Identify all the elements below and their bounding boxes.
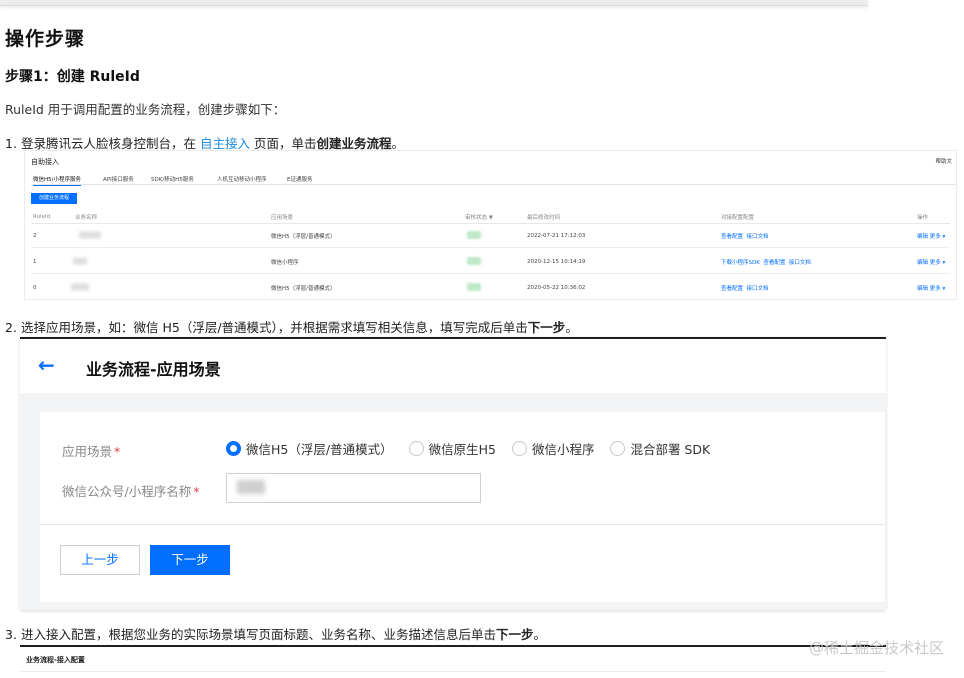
config-title: 业务流程-接入配置 [26, 656, 85, 664]
step-bold-text: 创建业务流程 [316, 136, 392, 151]
config-screenshot: 业务流程-接入配置 [20, 645, 886, 678]
section-heading: 操作步骤 [5, 28, 86, 50]
column-header: 最后修改时间 [527, 214, 561, 221]
step-bold-text: 下一步 [527, 320, 566, 335]
intro-text: RuleId 用于调用配置的业务流程，创建步骤如下： [5, 102, 286, 117]
step-number: 2. [5, 320, 17, 335]
radio-unchecked-icon[interactable] [610, 441, 626, 456]
row-link[interactable]: 查看配置 接口文档 [721, 284, 769, 292]
column-header: RuleId [33, 213, 51, 220]
radio-hybrid-sdk[interactable]: 混合部署 SDK [610, 439, 710, 458]
status-badge [467, 282, 481, 293]
radio-unchecked-icon[interactable] [511, 441, 527, 456]
chevron-down-icon: ▾ [942, 259, 946, 266]
step-heading: 步骤1：创建 RuleId [5, 69, 140, 85]
rule-id: 0 [33, 284, 37, 291]
time-cell: 2020-12-15 10:14:19 [527, 258, 586, 265]
status-badge [467, 256, 481, 267]
scene-cell: 微信小程序 [271, 259, 299, 266]
column-header: 对接配置配置 [721, 214, 755, 221]
scene-cell: 微信H5（浮层/普通模式） [271, 233, 336, 240]
column-header: 审核状态 ▼ [465, 214, 493, 221]
config-divider [20, 671, 886, 672]
redacted-name [79, 231, 101, 240]
radio-wechat-h5[interactable]: 微信H5（浮层/普通模式） [226, 439, 393, 458]
redacted-value [237, 480, 265, 494]
next-step-button[interactable]: 下一步 [150, 545, 230, 575]
column-header: 操作 [917, 214, 929, 221]
help-doc-link[interactable]: 帮助文 [935, 157, 952, 165]
form-divider [40, 524, 885, 525]
row-ops[interactable]: 编辑 更多 ▾ [917, 284, 945, 292]
create-flow-button[interactable]: 创建业务流程 [31, 193, 77, 204]
row-ops[interactable]: 编辑 更多 ▾ [917, 232, 945, 240]
step-text: 选择应用场景，如：微信 H5（浮层/普通模式），并根据需求填写相关信息，填写完成… [21, 320, 528, 335]
radio-unchecked-icon[interactable] [408, 441, 424, 456]
prev-step-button[interactable]: 上一步 [60, 545, 140, 575]
previous-screenshot-edge [0, 0, 868, 6]
redacted-name [73, 257, 87, 266]
tab-interactive[interactable]: 人机互动移动小程序 [217, 175, 267, 183]
self-access-link[interactable]: 自主接入 [200, 136, 250, 151]
time-cell: 2020-05-22 10:36:02 [527, 284, 586, 291]
chevron-down-icon: ▾ [942, 233, 946, 240]
arrow-left-icon[interactable]: ← [38, 353, 55, 377]
console-screenshot: 自助接入 帮助文 微信H5/小程序服务 API接口服务 SDK/移动H5服务 人… [24, 150, 957, 300]
table-row: 0 微信H5（浮层/普通模式） 2020-05-22 10:36:02 查看配置… [31, 276, 950, 299]
table-row: 1 微信小程序 2020-12-15 10:14:19 下载小程序SDK 查看配… [31, 250, 950, 274]
radio-wechat-native-h5[interactable]: 微信原生H5 [408, 439, 496, 458]
step-number: 3. [5, 627, 17, 642]
step-text: 页面，单击 [250, 136, 317, 151]
step-2: 2. 选择应用场景，如：微信 H5（浮层/普通模式），并根据需求填写相关信息，填写… [5, 317, 578, 336]
step-text: 进入接入配置，根据您业务的实际场景填写页面标题、业务名称、业务描述信息后单击 [21, 627, 497, 642]
radio-checked-icon[interactable] [226, 441, 241, 456]
column-header: 业务名称 [75, 214, 98, 221]
tab-eid[interactable]: E证通服务 [287, 175, 312, 183]
table-row: 2 微信H5（浮层/普通模式） 2022-07-21 17:12:03 查看配置… [31, 224, 950, 248]
scene-cell: 微信H5（浮层/普通模式） [271, 285, 336, 292]
time-cell: 2022-07-21 17:12:03 [527, 232, 586, 239]
step-number: 1. [5, 136, 17, 151]
filter-icon: ▼ [488, 214, 493, 221]
scenario-header: ← 业务流程-应用场景 [20, 339, 886, 393]
row-ops[interactable]: 编辑 更多 ▾ [917, 258, 945, 266]
console-tabs: 微信H5/小程序服务 API接口服务 SDK/移动H5服务 人机互动移动小程序 … [31, 173, 956, 186]
rule-id: 1 [33, 258, 37, 265]
row-link[interactable]: 查看配置 接口文档 [721, 232, 769, 240]
step-3: 3. 进入接入配置，根据您业务的实际场景填写页面标题、业务名称、业务描述信息后单击… [5, 624, 546, 643]
step-bold-text: 下一步 [496, 627, 534, 642]
table-header: RuleId 业务名称 应用场景 审核状态 ▼ 最后修改时间 对接配置配置 操作 [31, 210, 950, 224]
status-badge [467, 230, 481, 241]
watermark: @稀土掘金技术社区 [808, 639, 944, 657]
scenario-screenshot: ← 业务流程-应用场景 应用场景 * 微信H5（浮层/普通模式） 微信原生H5 微… [20, 337, 886, 610]
scene-label: 应用场景 * [62, 444, 121, 459]
console-title: 自助接入 [31, 158, 59, 166]
miniprogram-name-input[interactable] [226, 473, 481, 503]
step-text: 。 [533, 627, 547, 642]
step-text: 。 [565, 320, 578, 335]
scene-radio-group: 微信H5（浮层/普通模式） 微信原生H5 微信小程序 混合部署 SDK [226, 439, 710, 458]
redacted-name [71, 283, 89, 292]
tab-wechat-h5[interactable]: 微信H5/小程序服务 [33, 175, 81, 186]
scenario-form-card: 应用场景 * 微信H5（浮层/普通模式） 微信原生H5 微信小程序 混合部署 SD… [40, 412, 885, 602]
column-header: 应用场景 [271, 214, 294, 221]
step-text: 。 [391, 136, 405, 151]
tab-api[interactable]: API接口服务 [103, 175, 134, 183]
tab-sdk[interactable]: SDK/移动H5服务 [151, 175, 194, 183]
page-title: 业务流程-应用场景 [86, 360, 221, 379]
step-text: 登录腾讯云人脸核身控制台，在 [21, 136, 200, 151]
name-label: 微信公众号/小程序名称 * [62, 484, 200, 499]
chevron-down-icon: ▾ [942, 285, 946, 292]
row-link[interactable]: 下载小程序SDK 查看配置 接口文档 [721, 258, 811, 266]
rule-id: 2 [33, 232, 37, 239]
radio-wechat-miniprogram[interactable]: 微信小程序 [511, 439, 594, 458]
